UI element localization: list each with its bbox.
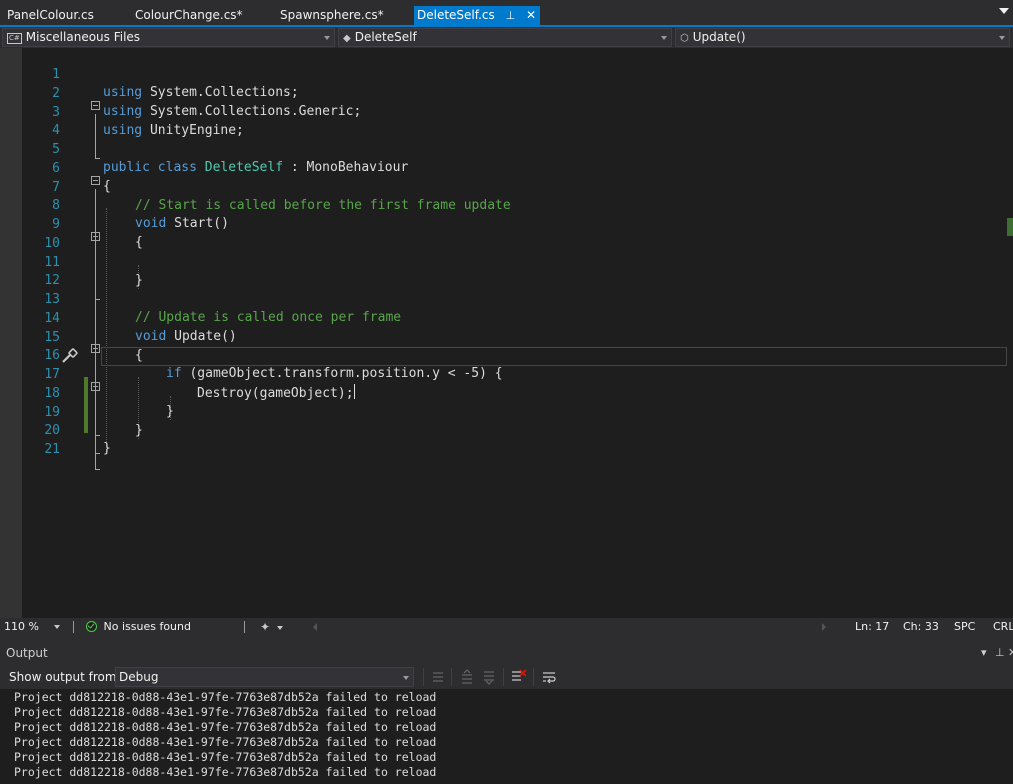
whitespace-indicator[interactable]: SPC: [954, 618, 975, 636]
column-indicator: Ch: 33: [903, 620, 939, 633]
toolbar-divider: [503, 668, 504, 686]
chevron-down-icon: [54, 625, 61, 629]
type-dropdown[interactable]: ◆ DeleteSelf: [338, 28, 672, 47]
code-line: 1 using System.Collections;: [0, 48, 1013, 100]
tab-panelcolour[interactable]: PanelColour.cs: [7, 6, 94, 25]
tab-spawnsphere[interactable]: Spawnsphere.cs*: [280, 6, 384, 25]
line-ending-indicator[interactable]: CRL: [993, 618, 1013, 636]
chevron-down-icon: [276, 626, 283, 630]
output-line: Project dd812218-0d88-43e1-97fe-7763e87d…: [14, 750, 437, 764]
project-dropdown-label: Miscellaneous Files: [25, 30, 141, 44]
code-line: 6 {: [0, 142, 1013, 194]
code-line: 9 {: [0, 198, 1013, 250]
code-line: 10: [0, 217, 1013, 251]
project-dropdown[interactable]: C# Miscellaneous Files: [2, 28, 335, 47]
chevron-down-icon: [999, 36, 1005, 40]
code-line: 2 using System.Collections.Generic;: [0, 67, 1013, 119]
line-indicator: Ln: 17: [855, 620, 890, 633]
code-line: 8 void Start(): [0, 179, 1013, 231]
output-line: Project dd812218-0d88-43e1-97fe-7763e87d…: [14, 720, 437, 734]
output-toolbar: Show output from: Debug: [0, 664, 1013, 689]
brush-icon: ✦: [260, 620, 271, 634]
tab-colourchange[interactable]: ColourChange.cs*: [135, 6, 243, 25]
code-line: 3 using UnityEngine;: [0, 86, 1013, 138]
code-line: 17 Destroy(gameObject);: [0, 348, 1013, 401]
close-icon[interactable]: ✕: [1008, 646, 1013, 659]
class-icon: ◆: [343, 33, 351, 44]
issues-indicator[interactable]: No issues found: [86, 618, 191, 636]
code-line: 14 void Update(): [0, 292, 1013, 344]
scroll-right-arrow[interactable]: [822, 623, 826, 631]
member-dropdown[interactable]: ⬡ Update(): [675, 28, 1010, 47]
divider: [73, 621, 74, 633]
chevron-down-icon: [661, 36, 667, 40]
output-line: Project dd812218-0d88-43e1-97fe-7763e87d…: [14, 705, 437, 719]
issues-text: No issues found: [103, 620, 191, 633]
member-dropdown-label: Update(): [692, 30, 746, 44]
code-line: 7 // Start is called before the first fr…: [0, 161, 1013, 213]
output-panel-title: Output: [6, 646, 48, 660]
csharp-project-icon: C#: [7, 33, 22, 44]
pin-icon[interactable]: ⊥: [995, 646, 1005, 659]
find-message-in-code-icon[interactable]: [430, 669, 446, 685]
line-content: }: [103, 441, 111, 457]
code-line: 20 }: [0, 404, 1013, 456]
scroll-left-arrow[interactable]: [313, 623, 317, 631]
editor-status-bar: 110 % No issues found ✦ Ln: 17 Ch: 33 SP…: [0, 618, 1013, 636]
output-line: Project dd812218-0d88-43e1-97fe-7763e87d…: [14, 765, 437, 779]
toolbar-divider: [451, 668, 452, 686]
toggle-word-wrap-icon[interactable]: [541, 669, 557, 685]
code-line: 21: [0, 423, 1013, 457]
zoom-dropdown[interactable]: 110 %: [4, 618, 61, 636]
outline-end: [95, 469, 100, 470]
line-number: 21: [44, 442, 60, 457]
code-editor[interactable]: 1 using System.Collections; 2 using Syst…: [0, 48, 1013, 618]
chevron-down-icon: [403, 676, 409, 680]
code-line: 13 // Update is called once per frame: [0, 273, 1013, 325]
zoom-level: 110 %: [4, 620, 39, 633]
code-line: 12: [0, 254, 1013, 288]
code-line: 4: [0, 104, 1013, 138]
type-dropdown-label: DeleteSelf: [354, 30, 417, 44]
code-line: 15 {: [0, 311, 1013, 363]
check-circle-icon: [86, 621, 97, 632]
output-line: Project dd812218-0d88-43e1-97fe-7763e87d…: [14, 690, 437, 704]
next-message-icon[interactable]: [481, 669, 497, 685]
close-icon[interactable]: ✕: [526, 6, 536, 25]
output-text-area[interactable]: Project dd812218-0d88-43e1-97fe-7763e87d…: [0, 689, 1013, 784]
navigation-bar: C# Miscellaneous Files ◆ DeleteSelf ⬡ Updat…: [0, 27, 1013, 48]
output-source-dropdown[interactable]: Debug: [115, 667, 414, 687]
code-line: 19 }: [0, 386, 1013, 438]
scrollbar-change-marker: [1007, 218, 1013, 236]
toolbar-divider: [533, 668, 534, 686]
document-tab-strip: PanelColour.cs ColourChange.cs* Spawnsph…: [0, 0, 1013, 27]
code-line: 5 public class DeleteSelf : MonoBehaviou…: [0, 123, 1013, 175]
chevron-down-icon: [324, 36, 330, 40]
show-output-from-label: Show output from:: [9, 670, 121, 684]
divider: [244, 621, 245, 633]
code-cleanup-button[interactable]: ✦: [260, 618, 283, 637]
toolbar-divider: [423, 668, 424, 686]
window-position-dropdown-icon[interactable]: ▾: [981, 646, 987, 659]
pin-icon[interactable]: ⊥: [506, 6, 516, 25]
output-line: Project dd812218-0d88-43e1-97fe-7763e87d…: [14, 735, 437, 749]
code-line: 18 }: [0, 367, 1013, 419]
outline-end: [95, 453, 100, 454]
clear-all-icon[interactable]: [511, 669, 527, 685]
tab-deleteself-label: DeleteSelf.cs: [417, 8, 495, 22]
method-icon: ⬡: [680, 33, 689, 44]
tab-overflow-chevron-icon[interactable]: [999, 8, 1009, 14]
output-panel-header: Output ▾ ⊥ ✕: [0, 642, 1013, 664]
tab-deleteself[interactable]: DeleteSelf.cs ⊥ ✕: [414, 6, 541, 25]
previous-message-icon[interactable]: [459, 669, 475, 685]
output-source-value: Debug: [119, 670, 159, 684]
code-line: 16 if (gameObject.transform.position.y <…: [0, 329, 1013, 381]
code-line: 11 }: [0, 236, 1013, 288]
